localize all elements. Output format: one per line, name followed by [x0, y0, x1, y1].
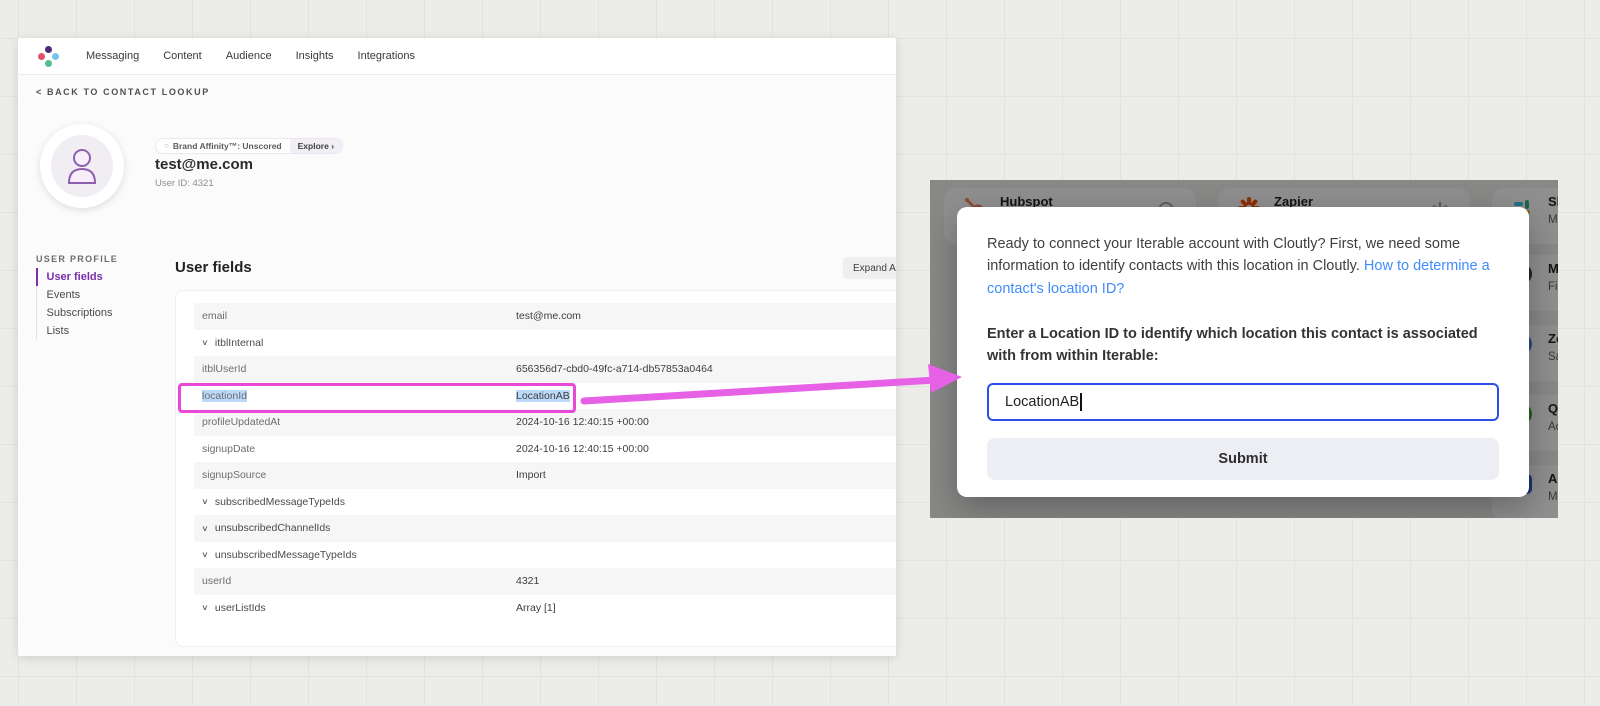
chevron-down-icon: ∨ — [201, 524, 208, 533]
location-id-highlight-box — [178, 383, 576, 413]
nav-item-content[interactable]: Content — [163, 50, 202, 62]
field-row-userListIds[interactable]: ∨ userListIds Array [1] — [194, 595, 896, 622]
expand-all-button[interactable]: Expand All — [843, 257, 896, 279]
avatar — [40, 124, 124, 208]
field-label: unsubscribedChannelIds — [215, 522, 331, 534]
chevron-down-icon: ∨ — [201, 338, 208, 347]
field-row-subscribedMessageTypeIds[interactable]: ∨ subscribedMessageTypeIds — [194, 489, 896, 516]
nav-items: Messaging Content Audience Insights Integrat… — [86, 50, 415, 62]
modal-intro-text: Ready to connect your Iterable account w… — [987, 233, 1499, 300]
sidebar-item-lists[interactable]: Lists — [36, 322, 113, 340]
nav-item-insights[interactable]: Insights — [296, 50, 334, 62]
sidebar-list: User fieldsEventsSubscriptionsLists — [36, 268, 113, 340]
field-label: signupDate — [202, 443, 255, 455]
iterable-logo-icon[interactable] — [38, 46, 58, 66]
cloutly-connect-modal: Ready to connect your Iterable account w… — [957, 207, 1529, 497]
submit-button[interactable]: Submit — [987, 438, 1499, 480]
integrations-screenshot-panel: HubspotZapierSlaMeMirFieZohSaQuAcAcMc Re… — [930, 180, 1558, 518]
canvas: { "app": { "nav": { "items": ["Messaging… — [0, 0, 1600, 706]
field-value: Array [1] — [516, 602, 556, 614]
field-label: signupSource — [202, 469, 266, 481]
profile-email: test@me.com — [155, 156, 253, 173]
score-circle-icon: ○ — [164, 142, 169, 150]
brand-affinity-badge: ○ Brand Affinity™: Unscored Explore › — [155, 138, 343, 154]
field-value: Import — [516, 469, 546, 481]
field-label: itblUserId — [202, 363, 246, 375]
iterable-app-window: Messaging Content Audience Insights Integrat… — [18, 38, 896, 656]
user-fields-table: emailtest@me.com∨itblInternalitblUserId6… — [175, 290, 896, 647]
location-id-input[interactable]: LocationAB — [987, 383, 1499, 421]
field-label: unsubscribedMessageTypeIds — [215, 549, 357, 561]
nav-item-audience[interactable]: Audience — [226, 50, 272, 62]
modal-prompt-text: Enter a Location ID to identify which lo… — [987, 324, 1499, 368]
field-value: 4321 — [516, 575, 539, 587]
field-row-userId: userId 4321 — [194, 568, 896, 595]
chevron-down-icon: ∨ — [201, 497, 208, 506]
nav-item-integrations[interactable]: Integrations — [358, 50, 415, 62]
text-cursor — [1080, 393, 1082, 411]
sidebar-item-events[interactable]: Events — [36, 286, 113, 304]
sidebar-item-user-fields[interactable]: User fields — [36, 268, 113, 286]
field-label: itblInternal — [215, 337, 263, 349]
field-row-email: email test@me.com — [194, 303, 896, 330]
field-value: test@me.com — [516, 310, 581, 322]
chevron-right-icon: › — [331, 141, 334, 151]
avatar-person-icon — [51, 135, 113, 197]
nav-item-messaging[interactable]: Messaging — [86, 50, 139, 62]
page-title: User fields — [175, 259, 252, 276]
badge-label: Brand Affinity™: Unscored — [173, 141, 282, 151]
field-row-itblInternal[interactable]: ∨ itblInternal — [194, 330, 896, 357]
annotation-arrow — [570, 360, 980, 410]
field-row-unsubscribedMessageTypeIds[interactable]: ∨ unsubscribedMessageTypeIds — [194, 542, 896, 569]
back-to-contact-lookup-link[interactable]: < BACK TO CONTACT LOOKUP — [36, 87, 210, 97]
field-label: email — [202, 310, 227, 322]
field-value: 2024-10-16 12:40:15 +00:00 — [516, 443, 649, 455]
profile-user-id: User ID: 4321 — [155, 178, 214, 189]
back-chevron-icon: < — [36, 87, 43, 97]
field-label: userId — [202, 575, 231, 587]
top-nav: Messaging Content Audience Insights Integrat… — [18, 38, 896, 75]
field-value: 2024-10-16 12:40:15 +00:00 — [516, 416, 649, 428]
field-label: profileUpdatedAt — [202, 416, 280, 428]
explore-link[interactable]: Explore › — [290, 139, 342, 153]
field-row-signupDate: signupDate 2024-10-16 12:40:15 +00:00 — [194, 436, 896, 463]
sidebar-item-subscriptions[interactable]: Subscriptions — [36, 304, 113, 322]
field-label: userListIds — [215, 602, 266, 614]
chevron-down-icon: ∨ — [201, 603, 208, 612]
field-label: subscribedMessageTypeIds — [215, 496, 345, 508]
field-row-signupSource: signupSource Import — [194, 462, 896, 489]
sidebar-title: USER PROFILE — [36, 254, 118, 264]
field-row-unsubscribedChannelIds[interactable]: ∨ unsubscribedChannelIds — [194, 515, 896, 542]
chevron-down-icon: ∨ — [201, 550, 208, 559]
